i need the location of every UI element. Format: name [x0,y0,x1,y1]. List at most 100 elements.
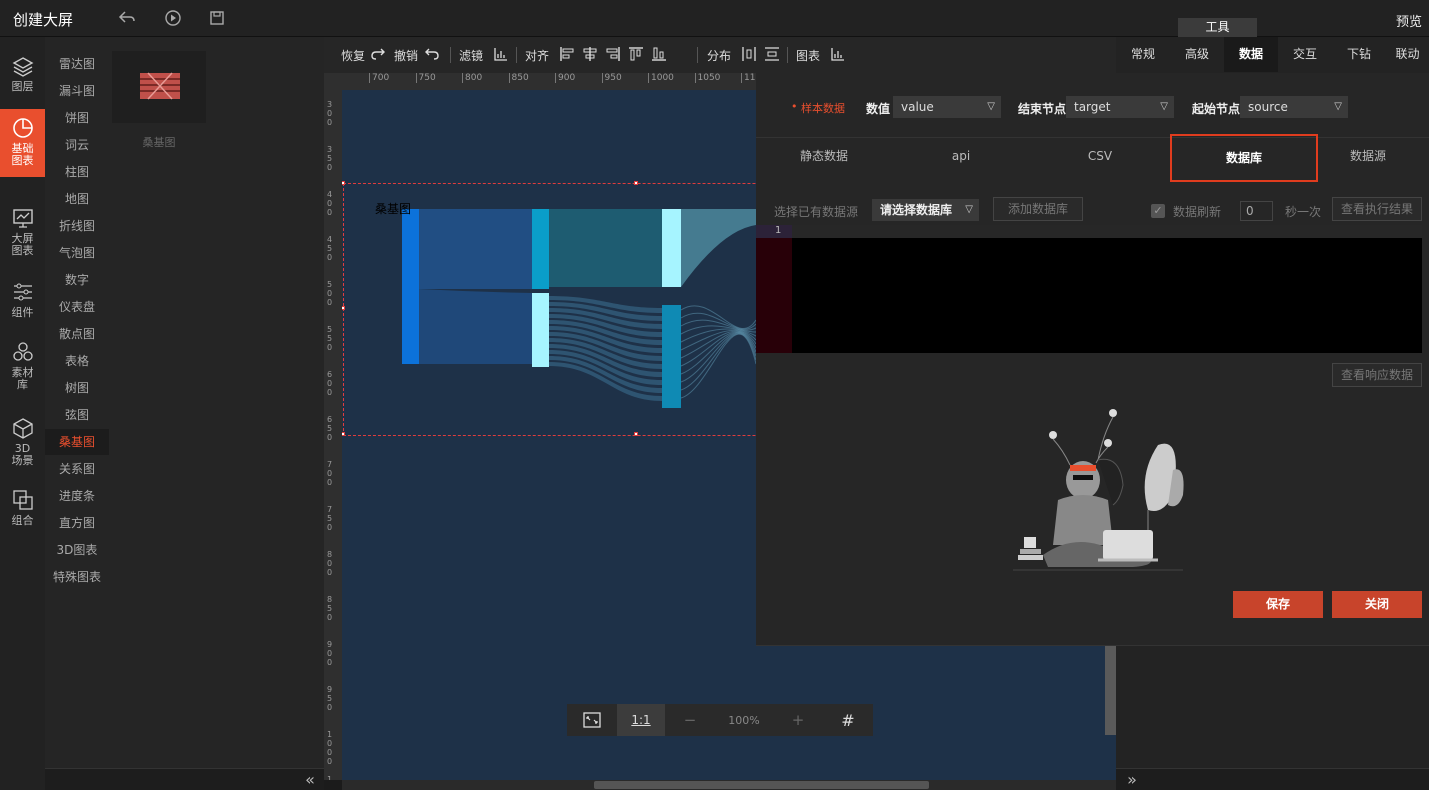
chart-type-item[interactable]: 地图 [45,186,109,212]
horizontal-scroll-thumb[interactable] [594,781,929,789]
nav-item-label: 图层 [11,80,34,93]
undo-button[interactable]: 撤销 [394,47,418,64]
chart-type-item[interactable]: 折线图 [45,213,109,239]
redo-icon[interactable] [370,46,386,62]
resize-handle[interactable] [342,432,345,436]
filter-button[interactable]: 滤镜 [459,47,483,64]
undo-icon[interactable] [424,46,440,62]
zoom-in-button[interactable]: + [773,704,823,736]
chart-type-item[interactable]: 关系图 [45,456,109,482]
align-top-icon[interactable] [628,46,644,62]
chart-type-item[interactable]: 桑基图 [45,429,109,455]
right-tab[interactable]: 交互 [1278,37,1332,72]
resize-handle[interactable] [634,181,638,185]
data-source-tab[interactable]: api [892,136,1030,176]
ratio-1-1-button[interactable]: 1:1 [617,704,665,736]
play-icon[interactable] [164,9,182,27]
target-select-text: target [1074,100,1111,114]
chart-type-item[interactable]: 3D图表 [45,537,109,563]
value-select[interactable]: value ▽ [893,96,1001,118]
toolbar-divider [787,47,788,63]
close-button[interactable]: 关闭 [1332,591,1422,618]
chart-type-item[interactable]: 树图 [45,375,109,401]
right-tab[interactable]: 数据 [1224,37,1278,72]
distribute-horizontal-icon[interactable] [741,46,757,62]
refresh-checkbox[interactable]: ✓ [1151,204,1165,218]
target-select[interactable]: target ▽ [1066,96,1174,118]
sample-data-link[interactable]: 样本数据 [801,100,845,116]
source-select[interactable]: source ▽ [1240,96,1348,118]
align-right-icon[interactable] [605,46,621,62]
nav-item-label: 素材 库 [11,366,34,391]
right-tab[interactable]: 常规 [1116,37,1170,72]
data-source-tab[interactable]: 数据库 [1170,134,1318,182]
distribute-vertical-icon[interactable] [764,46,780,62]
chart-type-item[interactable]: 散点图 [45,321,109,347]
chart-type-item[interactable]: 柱图 [45,159,109,185]
filter-chart-icon[interactable] [493,46,509,62]
nav-item-6[interactable]: 组合 [0,481,45,527]
chart-button[interactable]: 图表 [796,47,820,64]
database-select[interactable]: 请选择数据库 ▽ [872,199,979,221]
align-bottom-icon[interactable] [651,46,667,62]
chart-type-item[interactable]: 进度条 [45,483,109,509]
sankey-thumbnail[interactable] [112,51,206,123]
chart-type-item[interactable]: 饼图 [45,105,109,131]
resize-handle[interactable] [634,432,638,436]
view-result-button[interactable]: 查看执行结果 [1332,197,1422,221]
sql-editor[interactable]: 1 [756,225,1422,353]
chart-type-item[interactable]: 气泡图 [45,240,109,266]
resize-handle[interactable] [342,306,345,310]
left-bottom-bar [45,768,324,790]
chart-type-item[interactable]: 直方图 [45,510,109,536]
right-tab[interactable]: 高级 [1170,37,1224,72]
collapse-left-icon[interactable]: « [296,768,324,790]
chart-type-item[interactable]: 仪表盘 [45,294,109,320]
nav-item-5[interactable]: 3D 场景 [0,409,45,469]
chart-type-item[interactable]: 特殊图表 [45,564,109,590]
refresh-label: 数据刷新 [1173,205,1222,219]
align-left-icon[interactable] [559,46,575,62]
distribute-button[interactable]: 分布 [707,47,731,64]
nav-item-3[interactable]: 组件 [0,273,45,319]
redo-button[interactable]: 恢复 [341,47,365,64]
source-select-text: source [1248,100,1288,114]
nav-item-1[interactable]: 基础 图表 [0,109,45,177]
nav-item-2[interactable]: 大屏 图表 [0,199,45,259]
chart-type-item[interactable]: 表格 [45,348,109,374]
data-source-tab[interactable]: 静态数据 [756,136,892,176]
align-center-icon[interactable] [582,46,598,62]
vertical-scroll-thumb[interactable] [1105,645,1116,735]
nav-item-4[interactable]: 素材 库 [0,333,45,393]
ruler-left-label: 500 [327,280,333,307]
data-source-tab[interactable]: CSV [1030,136,1170,176]
zoom-out-button[interactable]: − [665,704,715,736]
grid-icon[interactable]: # [823,704,873,736]
ruler-left-label: 350 [327,145,333,172]
chart-thumbnail-panel: 桑基图 [110,37,324,790]
preview-button[interactable]: 预览 [1396,11,1422,30]
chart-bar-icon[interactable] [830,46,846,62]
save-button[interactable]: 保存 [1233,591,1323,618]
chart-type-item[interactable]: 数字 [45,267,109,293]
back-icon[interactable] [118,9,136,27]
add-database-button[interactable]: 添加数据库 [993,197,1083,221]
refresh-interval-input[interactable]: 0 [1240,201,1273,221]
data-source-tab[interactable]: 数据源 [1308,136,1428,176]
chart-type-item[interactable]: 漏斗图 [45,78,109,104]
fit-screen-icon[interactable] [567,704,617,736]
tools-tab[interactable]: 工具 [1178,18,1257,37]
chart-type-item[interactable]: 词云 [45,132,109,158]
view-response-button[interactable]: 查看响应数据 [1332,363,1422,387]
right-tab[interactable]: 联动 [1386,37,1429,72]
chart-type-item[interactable]: 雷达图 [45,51,109,77]
chevron-down-icon: ▽ [1160,101,1168,112]
save-icon[interactable] [208,9,226,27]
chart-type-item[interactable]: 弦图 [45,402,109,428]
resize-handle[interactable] [342,181,345,185]
right-tab[interactable]: 下钻 [1332,37,1386,72]
align-button[interactable]: 对齐 [525,47,549,64]
collapse-right-icon[interactable]: » [1120,768,1144,790]
editor-active-line [756,225,1422,238]
nav-item-0[interactable]: 图层 [0,47,45,93]
